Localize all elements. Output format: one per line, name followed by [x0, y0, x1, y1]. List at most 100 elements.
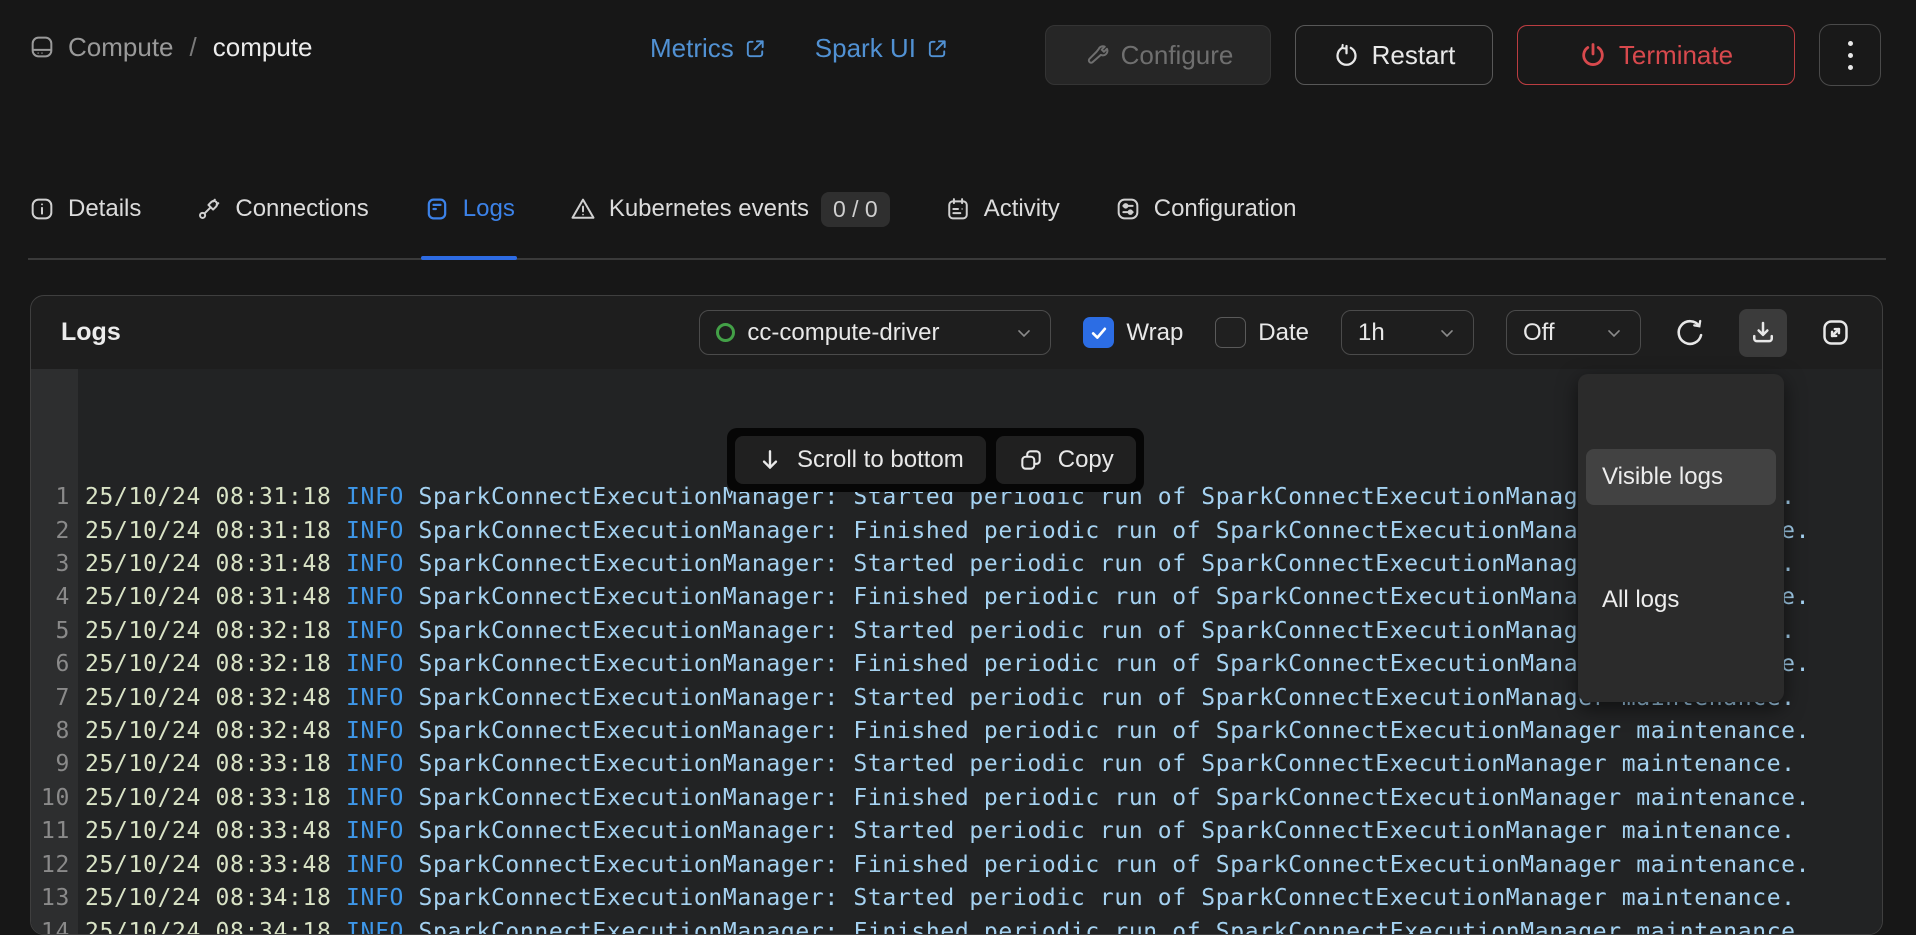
running-status-icon — [716, 323, 735, 342]
power-icon — [1579, 41, 1607, 69]
log-viewer[interactable]: 125/10/24 08:31:18 INFO SparkConnectExec… — [31, 369, 1882, 934]
logs-panel-header: Logs cc-compute-driver Wrap Date 1h — [31, 296, 1882, 369]
log-source-select[interactable]: cc-compute-driver — [699, 310, 1051, 355]
log-line: 1325/10/24 08:34:18 INFO SparkConnectExe… — [31, 882, 1882, 915]
log-text: 25/10/24 08:32:48 INFO SparkConnectExecu… — [70, 682, 1796, 715]
line-number: 7 — [31, 682, 70, 715]
log-text: 25/10/24 08:32:18 INFO SparkConnectExecu… — [70, 648, 1810, 681]
wrap-toggle[interactable]: Wrap — [1083, 317, 1183, 348]
log-float-toolbar: Scroll to bottom Copy — [727, 428, 1144, 492]
external-link-icon — [744, 37, 767, 60]
breadcrumb: Compute / compute — [28, 30, 312, 64]
log-line: 1225/10/24 08:33:48 INFO SparkConnectExe… — [31, 849, 1882, 882]
menu-item-all-logs[interactable]: All logs — [1586, 572, 1776, 628]
log-text: 25/10/24 08:33:48 INFO SparkConnectExecu… — [70, 849, 1810, 882]
breadcrumb-current: compute — [213, 32, 313, 63]
line-number: 9 — [31, 748, 70, 781]
terminate-button[interactable]: Terminate — [1517, 25, 1795, 85]
time-window-select[interactable]: 1h — [1341, 310, 1474, 355]
wrap-checkbox[interactable] — [1083, 317, 1114, 348]
refresh-icon — [1673, 316, 1707, 350]
warning-triangle-icon — [569, 195, 597, 223]
copy-logs-button[interactable]: Copy — [996, 436, 1136, 484]
log-text: 25/10/24 08:33:48 INFO SparkConnectExecu… — [70, 815, 1796, 848]
log-text: 25/10/24 08:34:18 INFO SparkConnectExecu… — [70, 916, 1810, 935]
line-number: 12 — [31, 849, 70, 882]
tab-details[interactable]: Details — [28, 160, 141, 258]
info-icon — [28, 195, 56, 223]
log-text: 25/10/24 08:32:18 INFO SparkConnectExecu… — [70, 615, 1796, 648]
restart-button[interactable]: Restart — [1295, 25, 1493, 85]
menu-item-visible-logs[interactable]: Visible logs — [1586, 449, 1776, 505]
line-number: 13 — [31, 882, 70, 915]
wrap-label: Wrap — [1126, 319, 1183, 347]
logs-controls: cc-compute-driver Wrap Date 1h — [699, 309, 1852, 357]
chevron-down-icon — [1437, 323, 1457, 343]
compute-drive-icon — [28, 33, 56, 61]
logs-panel-title: Logs — [61, 318, 121, 347]
sliders-icon — [1114, 195, 1142, 223]
log-line: 925/10/24 08:33:18 INFO SparkConnectExec… — [31, 748, 1882, 781]
log-text: 25/10/24 08:31:18 INFO SparkConnectExecu… — [70, 515, 1810, 548]
breadcrumb-section[interactable]: Compute — [68, 32, 174, 63]
line-number: 4 — [31, 581, 70, 614]
kubernetes-events-count-badge: 0 / 0 — [821, 192, 890, 227]
log-text: 25/10/24 08:32:48 INFO SparkConnectExecu… — [70, 715, 1810, 748]
line-number: 11 — [31, 815, 70, 848]
tab-kubernetes-events[interactable]: Kubernetes events 0 / 0 — [569, 160, 890, 258]
tab-bar: Details Connections Logs K — [28, 160, 1886, 260]
kebab-dot — [1848, 53, 1853, 58]
tab-logs[interactable]: Logs — [423, 160, 515, 258]
expand-button[interactable] — [1819, 316, 1852, 349]
download-menu: Visible logs All logs — [1578, 374, 1784, 702]
expand-icon — [1819, 316, 1852, 349]
external-link-icon — [926, 37, 949, 60]
tab-configuration[interactable]: Configuration — [1114, 160, 1297, 258]
log-line: 1125/10/24 08:33:48 INFO SparkConnectExe… — [31, 815, 1882, 848]
copy-icon — [1018, 447, 1044, 473]
plug-icon — [195, 195, 223, 223]
line-number: 3 — [31, 548, 70, 581]
auto-refresh-select[interactable]: Off — [1506, 310, 1641, 355]
scroll-to-bottom-button[interactable]: Scroll to bottom — [735, 436, 986, 484]
line-number: 5 — [31, 615, 70, 648]
tab-activity[interactable]: Activity — [944, 160, 1060, 258]
log-text: 25/10/24 08:33:18 INFO SparkConnectExecu… — [70, 748, 1796, 781]
restart-icon — [1333, 42, 1360, 69]
header-links: Metrics Spark UI — [650, 30, 949, 66]
header-actions: Configure Restart Terminate — [1045, 24, 1881, 86]
date-label: Date — [1258, 319, 1309, 347]
chevron-down-icon — [1014, 323, 1034, 343]
line-number: 6 — [31, 648, 70, 681]
log-text: 25/10/24 08:33:18 INFO SparkConnectExecu… — [70, 782, 1810, 815]
calendar-icon — [944, 195, 972, 223]
tab-connections[interactable]: Connections — [195, 160, 368, 258]
refresh-button[interactable] — [1673, 316, 1707, 350]
kebab-dot — [1848, 65, 1853, 70]
date-checkbox[interactable] — [1215, 317, 1246, 348]
metrics-link[interactable]: Metrics — [650, 33, 767, 64]
kebab-dot — [1848, 41, 1853, 46]
chevron-down-icon — [1604, 323, 1624, 343]
date-toggle[interactable]: Date — [1215, 317, 1309, 348]
log-line: 1425/10/24 08:34:18 INFO SparkConnectExe… — [31, 916, 1882, 935]
wrench-icon — [1083, 42, 1109, 68]
log-line: 825/10/24 08:32:48 INFO SparkConnectExec… — [31, 715, 1882, 748]
breadcrumb-separator: / — [190, 32, 197, 63]
download-logs-button[interactable] — [1739, 309, 1787, 357]
download-icon — [1748, 318, 1778, 348]
log-text: 25/10/24 08:31:48 INFO SparkConnectExecu… — [70, 548, 1796, 581]
line-number: 10 — [31, 782, 70, 815]
logs-icon — [423, 195, 451, 223]
configure-button[interactable]: Configure — [1045, 25, 1271, 85]
log-text: 25/10/24 08:34:18 INFO SparkConnectExecu… — [70, 882, 1796, 915]
line-number: 2 — [31, 515, 70, 548]
log-text: 25/10/24 08:31:48 INFO SparkConnectExecu… — [70, 581, 1810, 614]
line-number: 8 — [31, 715, 70, 748]
logs-panel: Logs cc-compute-driver Wrap Date 1h — [30, 295, 1883, 935]
arrow-down-icon — [757, 447, 783, 473]
more-actions-button[interactable] — [1819, 24, 1881, 86]
log-line: 1025/10/24 08:33:18 INFO SparkConnectExe… — [31, 782, 1882, 815]
line-number: 14 — [31, 916, 70, 935]
spark-ui-link[interactable]: Spark UI — [815, 33, 949, 64]
